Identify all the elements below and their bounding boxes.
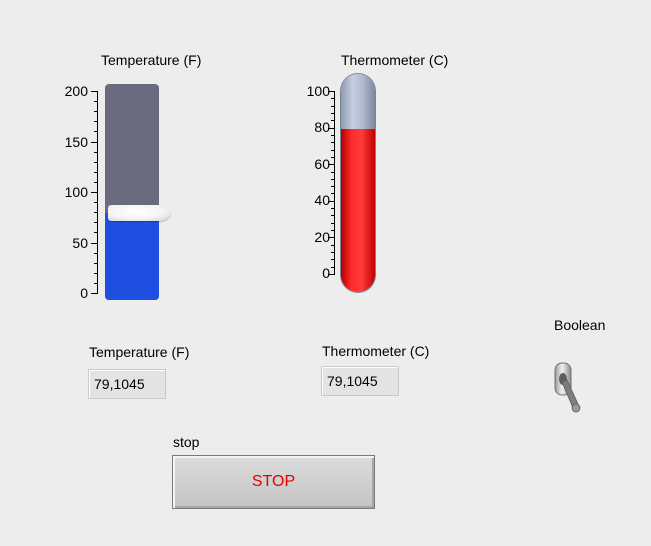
thermometer-minor-tick [331, 120, 335, 121]
tank-tick-label: 50 [72, 235, 88, 251]
tank-tick-label: 0 [80, 285, 88, 301]
tank-minor-tick [94, 273, 98, 274]
toggle-switch-icon [554, 362, 581, 413]
tank-minor-tick [94, 232, 98, 233]
tank-minor-tick [94, 121, 98, 122]
thermometer-tick-label: 60 [314, 156, 330, 172]
thermometer-minor-tick [331, 186, 335, 187]
thermometer-minor-tick [331, 172, 335, 173]
tank-major-tick [91, 243, 98, 244]
tank-minor-tick [94, 111, 98, 112]
tank-level-fill [105, 213, 159, 300]
thermometer-c-indicator-label: Thermometer (C) [322, 343, 430, 359]
thermometer-major-tick [328, 274, 335, 275]
temperature-f-value: 79,1045 [94, 376, 145, 392]
tank-tick-label: 150 [64, 134, 88, 150]
thermometer-tick-label: 20 [314, 229, 330, 245]
thermometer-minor-tick [331, 113, 335, 114]
tank-major-tick [91, 91, 98, 92]
tank-minor-tick [94, 202, 98, 203]
thermometer-minor-tick [331, 252, 335, 253]
thermometer-major-tick [328, 201, 335, 202]
thermometer-minor-tick [331, 106, 335, 107]
thermometer-tick-label: 40 [314, 192, 330, 208]
tank-minor-tick [94, 253, 98, 254]
stop-button[interactable]: STOP [172, 455, 375, 509]
thermometer-minor-tick [331, 179, 335, 180]
tank-label: Temperature (F) [101, 52, 202, 68]
thermometer-tick-label: 0 [322, 265, 330, 281]
thermometer-minor-tick [331, 208, 335, 209]
boolean-toggle-switch[interactable] [553, 360, 585, 416]
thermometer-minor-tick [331, 98, 335, 99]
tank-minor-tick [94, 212, 98, 213]
thermometer-minor-tick [331, 150, 335, 151]
tank-minor-tick [94, 222, 98, 223]
tank-tick-label: 100 [64, 184, 88, 200]
stop-caption: stop [173, 434, 200, 450]
thermometer-tick-label: 100 [306, 83, 330, 99]
tank-minor-tick [94, 283, 98, 284]
stop-button-label: STOP [251, 473, 296, 490]
thermometer-major-tick [328, 164, 335, 165]
boolean-label: Boolean [554, 317, 606, 333]
tank-indicator [105, 84, 159, 300]
thermometer-minor-tick [331, 142, 335, 143]
thermometer-minor-tick [331, 157, 335, 158]
thermometer-minor-tick [331, 245, 335, 246]
tank-minor-tick [94, 152, 98, 153]
tank-minor-tick [94, 162, 98, 163]
thermometer-minor-tick [331, 223, 335, 224]
thermometer-minor-tick [331, 135, 335, 136]
thermometer-minor-tick [331, 259, 335, 260]
thermometer-minor-tick [331, 230, 335, 231]
thermometer-label: Thermometer (C) [341, 52, 449, 68]
temperature-f-indicator-label: Temperature (F) [89, 344, 190, 360]
tank-major-tick [91, 293, 98, 294]
thermometer-major-tick [328, 128, 335, 129]
thermometer-minor-tick [331, 267, 335, 268]
thermometer-c-value: 79,1045 [327, 373, 378, 389]
thermometer-indicator [341, 74, 375, 292]
tank-slider-handle[interactable] [108, 205, 171, 222]
temperature-f-value-display: 79,1045 [88, 369, 166, 399]
tank-minor-tick [94, 131, 98, 132]
tank-minor-tick [94, 182, 98, 183]
tank-minor-tick [94, 263, 98, 264]
tank-major-tick [91, 192, 98, 193]
thermometer-major-tick [328, 237, 335, 238]
thermometer-minor-tick [331, 215, 335, 216]
thermometer-major-tick [328, 91, 335, 92]
thermometer-mercury-fill [341, 129, 375, 292]
tank-minor-tick [94, 172, 98, 173]
thermometer-tick-label: 80 [314, 119, 330, 135]
thermometer-c-value-display: 79,1045 [321, 366, 399, 396]
tank-minor-tick [94, 101, 98, 102]
thermometer-minor-tick [331, 193, 335, 194]
tank-tick-label: 200 [64, 83, 88, 99]
tank-major-tick [91, 142, 98, 143]
